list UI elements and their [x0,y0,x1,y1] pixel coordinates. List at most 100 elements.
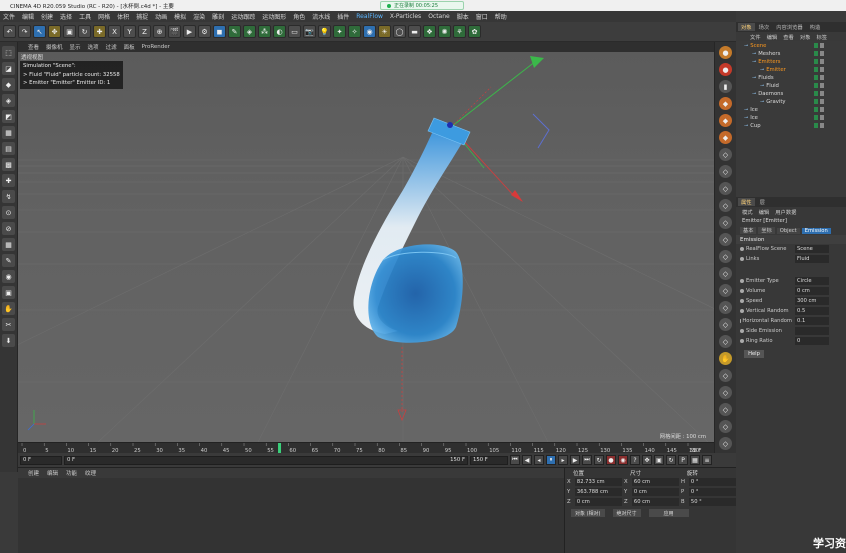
attribute-subtab[interactable]: 坐标 [758,227,775,234]
object-menu-item[interactable]: 编辑 [767,33,778,41]
menu-item[interactable]: 体积 [117,12,129,21]
end-frame-field[interactable]: 150 F [470,455,508,465]
viewport-menu-item[interactable]: ProRender [142,44,170,50]
coordinate-mode-dropdown[interactable]: 对象 (相对) [571,509,605,517]
menu-item[interactable]: 工具 [79,12,91,21]
menu-item[interactable]: 运动图形 [262,12,286,21]
menu-item[interactable]: 渲染 [193,12,205,21]
enable-toggle[interactable] [820,91,824,96]
red-sphere-icon[interactable]: ● [719,63,732,76]
menu-item[interactable]: 动画 [155,12,167,21]
attribute-value-field[interactable]: 0 cm [795,287,829,295]
gray-tool-icon[interactable]: ◇ [719,216,732,229]
gray-tool-icon[interactable]: ◇ [719,165,732,178]
enable-toggle[interactable] [820,43,824,48]
previous-key-button[interactable]: ◀ [522,455,532,465]
attribute-subtab[interactable]: Emission [801,227,831,234]
material-menu-item[interactable]: 功能 [66,469,77,477]
edge-mode-icon[interactable]: ▤ [2,142,15,155]
attribute-menu-item[interactable]: 模式 [742,208,753,216]
undo-button[interactable]: ↶ [3,25,16,38]
next-key-button[interactable]: ▶ [570,455,580,465]
object-tab[interactable]: 场次 [756,23,773,31]
play-button[interactable]: ⏸ [546,455,556,465]
size-value-field[interactable]: 60 cm [631,478,679,486]
pos-value-field[interactable]: 0 cm [574,498,622,506]
subdivision-button[interactable]: ◈ [243,25,256,38]
model-mode-icon[interactable]: ◆ [2,78,15,91]
bend-deformer-button[interactable]: ◐ [273,25,286,38]
rotate-tool[interactable]: ↻ [78,25,91,38]
floor-button[interactable]: ▭ [288,25,301,38]
gray-tool-icon[interactable]: ◇ [719,420,732,433]
orange-tool-icon[interactable]: ◆ [719,114,732,127]
rotation-key-button[interactable]: ↻ [666,455,676,465]
object-row[interactable]: ⊸ Emitters [736,58,846,66]
pla-key-button[interactable]: ▦ [690,455,700,465]
cube-object-button[interactable]: ◼ [213,25,226,38]
orange-tool-icon[interactable]: ◆ [719,97,732,110]
help-button[interactable]: Help [744,350,764,358]
keyframe-selection-button[interactable]: ? [630,455,640,465]
scale-tool[interactable]: ▣ [63,25,76,38]
realflow-cache-button[interactable]: ▬ [408,25,421,38]
param-key-button[interactable]: P [678,455,688,465]
texture-mode-icon[interactable]: ◈ [2,94,15,107]
gray-tool-icon[interactable]: ◇ [719,233,732,246]
pos-value-field[interactable]: 363.788 cm [574,488,622,496]
enable-toggle[interactable] [820,107,824,112]
previous-frame-button[interactable]: ◂ [534,455,544,465]
menu-item[interactable]: Octane [428,13,450,20]
move-tool[interactable]: ✥ [48,25,61,38]
attribute-subtab[interactable]: Object [776,227,800,234]
menu-item[interactable]: RealFlow [356,13,383,20]
menu-item[interactable]: 编辑 [22,12,34,21]
attribute-tab[interactable]: 属性 [738,198,755,206]
gray-tool-icon[interactable]: ◇ [719,284,732,297]
menu-item[interactable]: 文件 [3,12,15,21]
attribute-subtab[interactable]: 基本 [740,227,757,234]
material-menu-item[interactable]: 纹理 [85,469,96,477]
object-row[interactable]: ⊸ Fluids [736,74,846,82]
realflow-emitter-button[interactable]: ✧ [348,25,361,38]
attribute-value-field[interactable]: Scene [795,245,829,253]
object-menu-item[interactable]: 文件 [750,33,761,41]
visibility-toggle[interactable] [814,107,818,112]
menu-item[interactable]: 选择 [60,12,72,21]
gray-tool-icon[interactable]: ◇ [719,386,732,399]
visibility-toggle[interactable] [814,91,818,96]
xp-group-button[interactable]: ⚘ [453,25,466,38]
gray-tool-icon[interactable]: ◇ [719,369,732,382]
apply-button[interactable]: 应用 [648,509,689,517]
object-row[interactable]: ⊸ Ice [736,106,846,114]
viewport-menu-item[interactable]: 选项 [88,43,99,51]
gray-tool-icon[interactable]: ◇ [719,335,732,348]
menu-item[interactable]: 网格 [98,12,110,21]
visibility-toggle[interactable] [814,43,818,48]
point-mode-icon[interactable]: ▦ [2,126,15,139]
enable-toggle[interactable] [820,83,824,88]
realflow-scene-button[interactable]: ✦ [333,25,346,38]
solo-icon[interactable]: ◉ [2,270,15,283]
gray-tool-icon[interactable]: ◇ [719,148,732,161]
render-picture-viewer-button[interactable]: ▶ [183,25,196,38]
attribute-value-field[interactable]: Fluid [795,255,829,263]
attribute-menu-item[interactable]: 编辑 [759,208,770,216]
visibility-toggle[interactable] [814,115,818,120]
menu-item[interactable]: 流水线 [312,12,330,21]
menu-item[interactable]: 角色 [293,12,305,21]
axis-z-toggle[interactable]: Z [138,25,151,38]
realflow-fluid-button[interactable]: ◉ [363,25,376,38]
axis-y-toggle[interactable]: Y [123,25,136,38]
visibility-toggle[interactable] [814,75,818,80]
rot-value-field[interactable]: 0 ° [688,488,736,496]
next-frame-button[interactable]: ▸ [558,455,568,465]
polygon-mode-icon[interactable]: ▩ [2,158,15,171]
object-menu-item[interactable]: 标签 [816,33,827,41]
animate-dot-icon[interactable] [740,309,744,313]
visibility-toggle[interactable] [814,83,818,88]
viewport-menu-item[interactable]: 显示 [70,43,81,51]
loop-button[interactable]: ↻ [594,455,604,465]
pos-value-field[interactable]: 82.733 cm [574,478,622,486]
size-value-field[interactable]: 0 cm [631,488,679,496]
